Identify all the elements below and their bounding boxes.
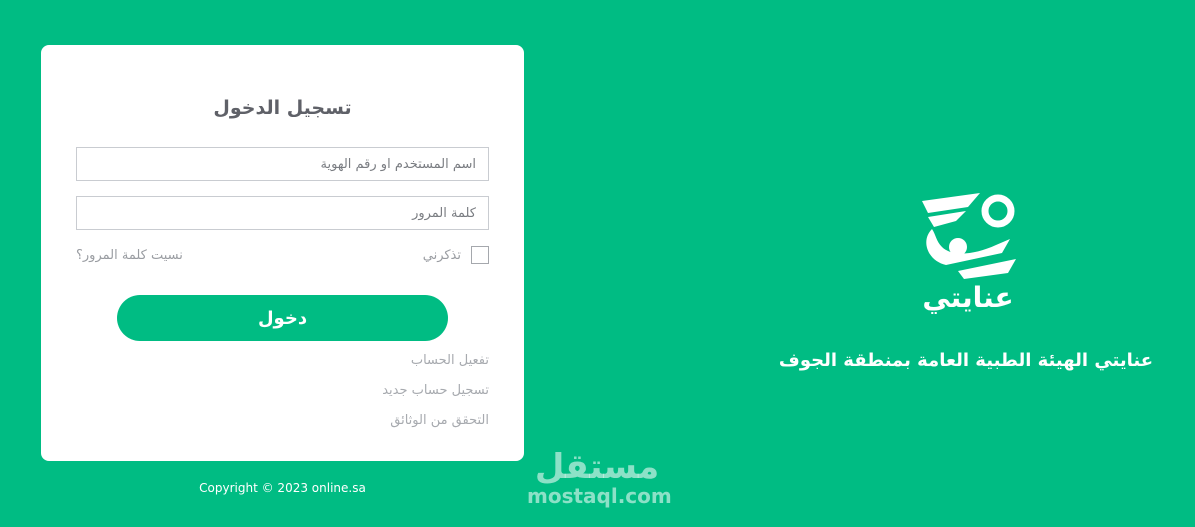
activate-account-link[interactable]: تفعيل الحساب: [411, 353, 489, 368]
logo-wordmark: عنايتي: [922, 281, 1013, 314]
remember-label: تذكرني: [422, 247, 461, 263]
watermark-arabic: مستقل: [534, 447, 660, 487]
verify-documents-link[interactable]: التحقق من الوثائق: [390, 413, 489, 428]
enayati-logo: عنايتي: [922, 193, 1016, 314]
forgot-password-link[interactable]: نسيت كلمة المرور؟: [76, 248, 183, 263]
watermark: مستقل mostaql.com: [527, 447, 672, 508]
remember-checkbox[interactable]: [471, 246, 489, 264]
watermark-latin: mostaql.com: [527, 484, 672, 508]
password-input[interactable]: [76, 196, 489, 230]
brand-tagline: عنايتي الهيئة الطبية العامة بمنطقة الجوف: [778, 350, 1154, 371]
username-input[interactable]: [76, 147, 489, 181]
remember-me[interactable]: تذكرني: [423, 246, 489, 264]
logo-mark-icon: [922, 193, 1016, 279]
register-account-link[interactable]: تسجيل حساب جديد: [382, 383, 489, 398]
login-button[interactable]: دخول: [117, 295, 448, 341]
copyright-text: Copyright © 2023 online.sa: [199, 481, 366, 495]
login-title: تسجيل الدخول: [213, 97, 352, 119]
login-card: تسجيل الدخول تذكرني نسيت كلمة المرور؟ دخ…: [41, 45, 524, 461]
